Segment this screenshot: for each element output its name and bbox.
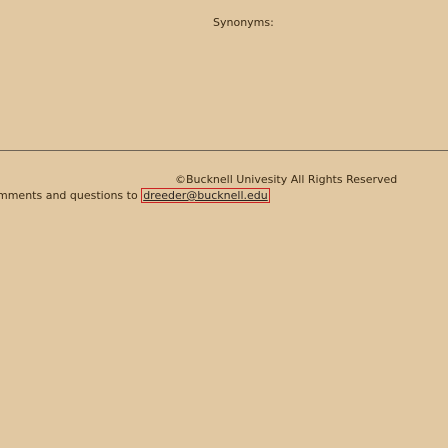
divider: [0, 150, 448, 151]
comments-line: mments and questions to dreeder@bucknell…: [0, 188, 270, 203]
comments-prefix: mments and questions to: [0, 189, 138, 202]
synonyms-label: Synonyms:: [213, 16, 274, 29]
email-link[interactable]: dreeder@bucknell.edu: [141, 188, 270, 203]
copyright-text: ©Bucknell Univesity All Rights Reserved: [175, 173, 398, 186]
